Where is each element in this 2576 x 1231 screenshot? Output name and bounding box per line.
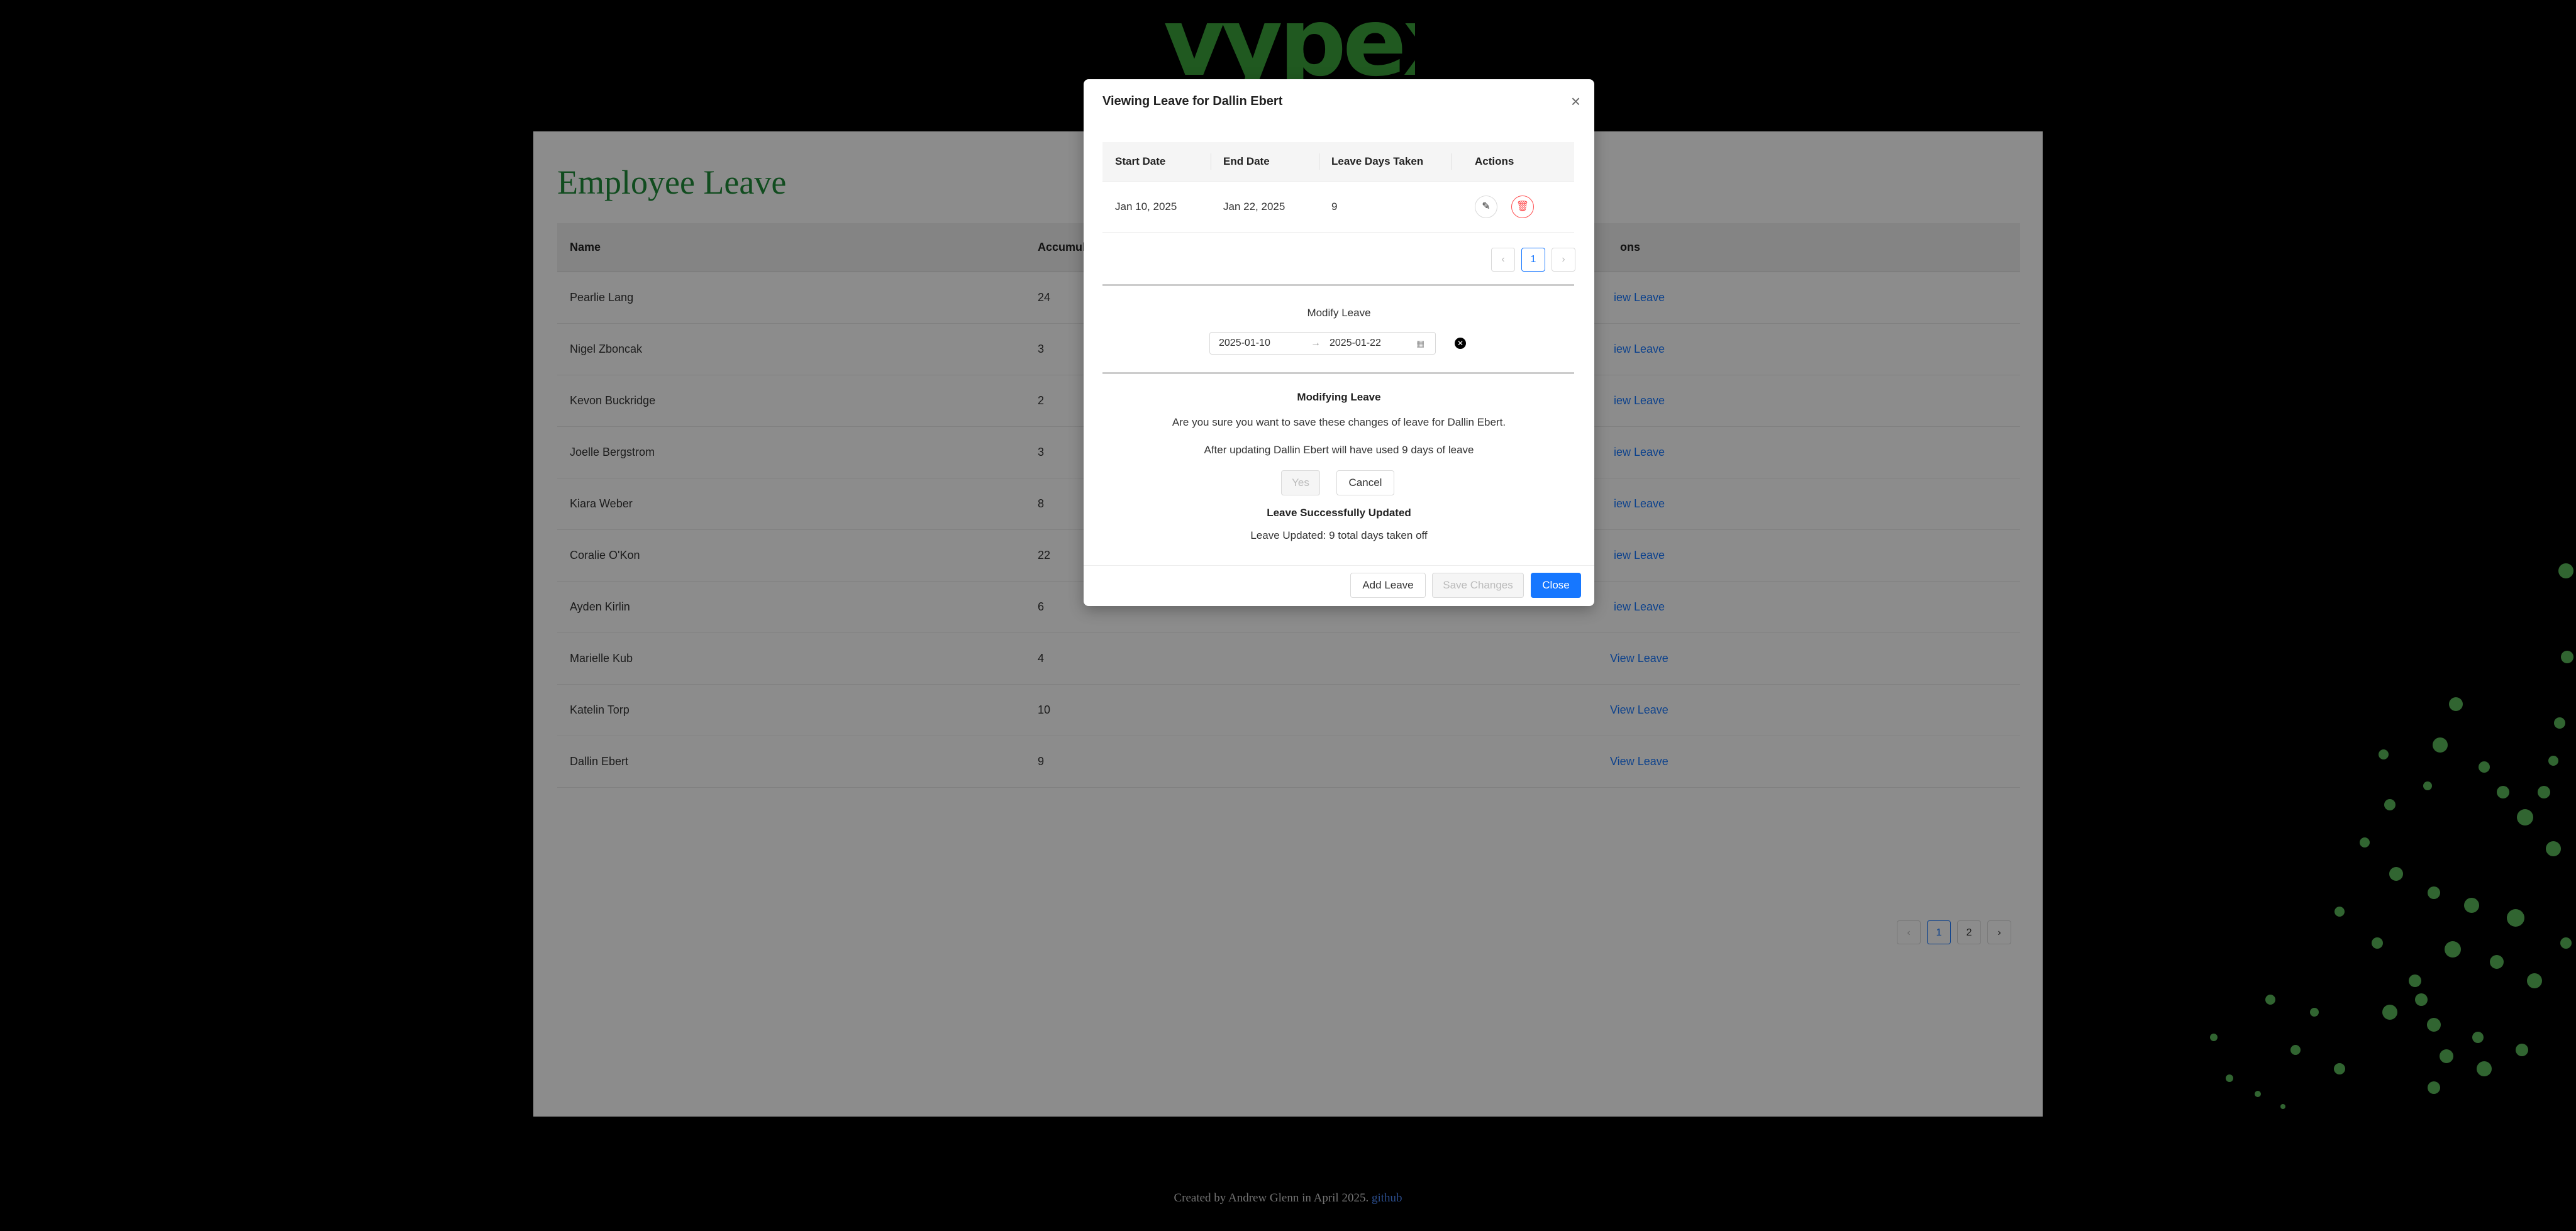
add-leave-button[interactable]: Add Leave [1350, 573, 1426, 598]
cancel-button[interactable]: Cancel [1336, 470, 1394, 495]
leave-table: Start Date End Date Leave Days Taken Act… [1102, 142, 1574, 233]
column-header-end-date: End Date [1223, 155, 1270, 167]
calendar-icon[interactable]: ▦ [1416, 333, 1424, 354]
end-date-cell: Jan 22, 2025 [1223, 201, 1285, 213]
close-icon[interactable]: × [1571, 92, 1580, 111]
confirm-title: Modifying Leave [1297, 391, 1381, 403]
modify-leave-label: Modify Leave [1307, 307, 1371, 319]
edit-icon: ✎ [1482, 201, 1491, 212]
modal-footer-divider [1084, 565, 1594, 566]
arrow-right-icon: → [1311, 338, 1321, 348]
range-start-input[interactable]: 2025-01-10 [1219, 333, 1270, 354]
view-leave-modal: Viewing Leave for Dallin Ebert × Start D… [1084, 79, 1594, 606]
close-button[interactable]: Close [1531, 573, 1581, 598]
divider [1102, 372, 1574, 374]
column-header-days-taken: Leave Days Taken [1331, 155, 1424, 167]
start-date-cell: Jan 10, 2025 [1115, 201, 1177, 213]
page-1-button[interactable]: 1 [1521, 248, 1545, 272]
column-header-start-date: Start Date [1115, 155, 1166, 167]
confirm-summary: After updating Dallin Ebert will have us… [1204, 444, 1474, 456]
leave-table-header: Start Date End Date Leave Days Taken Act… [1102, 142, 1574, 182]
delete-button[interactable]: 🗑 [1511, 196, 1534, 218]
column-divider [1451, 153, 1452, 170]
modal-title: Viewing Leave for Dallin Ebert [1102, 94, 1283, 108]
success-title: Leave Successfully Updated [1267, 507, 1411, 519]
divider [1102, 284, 1574, 286]
edit-button[interactable]: ✎ [1475, 196, 1497, 218]
clear-icon[interactable]: ✕ [1455, 338, 1466, 349]
success-text: Leave Updated: 9 total days taken off [1250, 529, 1428, 541]
yes-button[interactable]: Yes [1281, 470, 1320, 495]
save-changes-button[interactable]: Save Changes [1432, 573, 1524, 598]
date-range-picker[interactable]: 2025-01-10 → 2025-01-22 ▦ [1209, 332, 1436, 355]
leave-row: Jan 10, 2025 Jan 22, 2025 9 ✎ 🗑 [1102, 182, 1574, 233]
range-end-input[interactable]: 2025-01-22 [1330, 333, 1381, 354]
trash-icon: 🗑 [1516, 201, 1530, 212]
confirm-text: Are you sure you want to save these chan… [1172, 416, 1506, 428]
next-page-button[interactable]: › [1552, 248, 1575, 272]
days-taken-cell: 9 [1331, 201, 1338, 213]
column-header-actions: Actions [1475, 155, 1514, 167]
prev-page-button[interactable]: ‹ [1491, 248, 1515, 272]
leave-pagination: ‹ 1 › [1491, 248, 1575, 272]
